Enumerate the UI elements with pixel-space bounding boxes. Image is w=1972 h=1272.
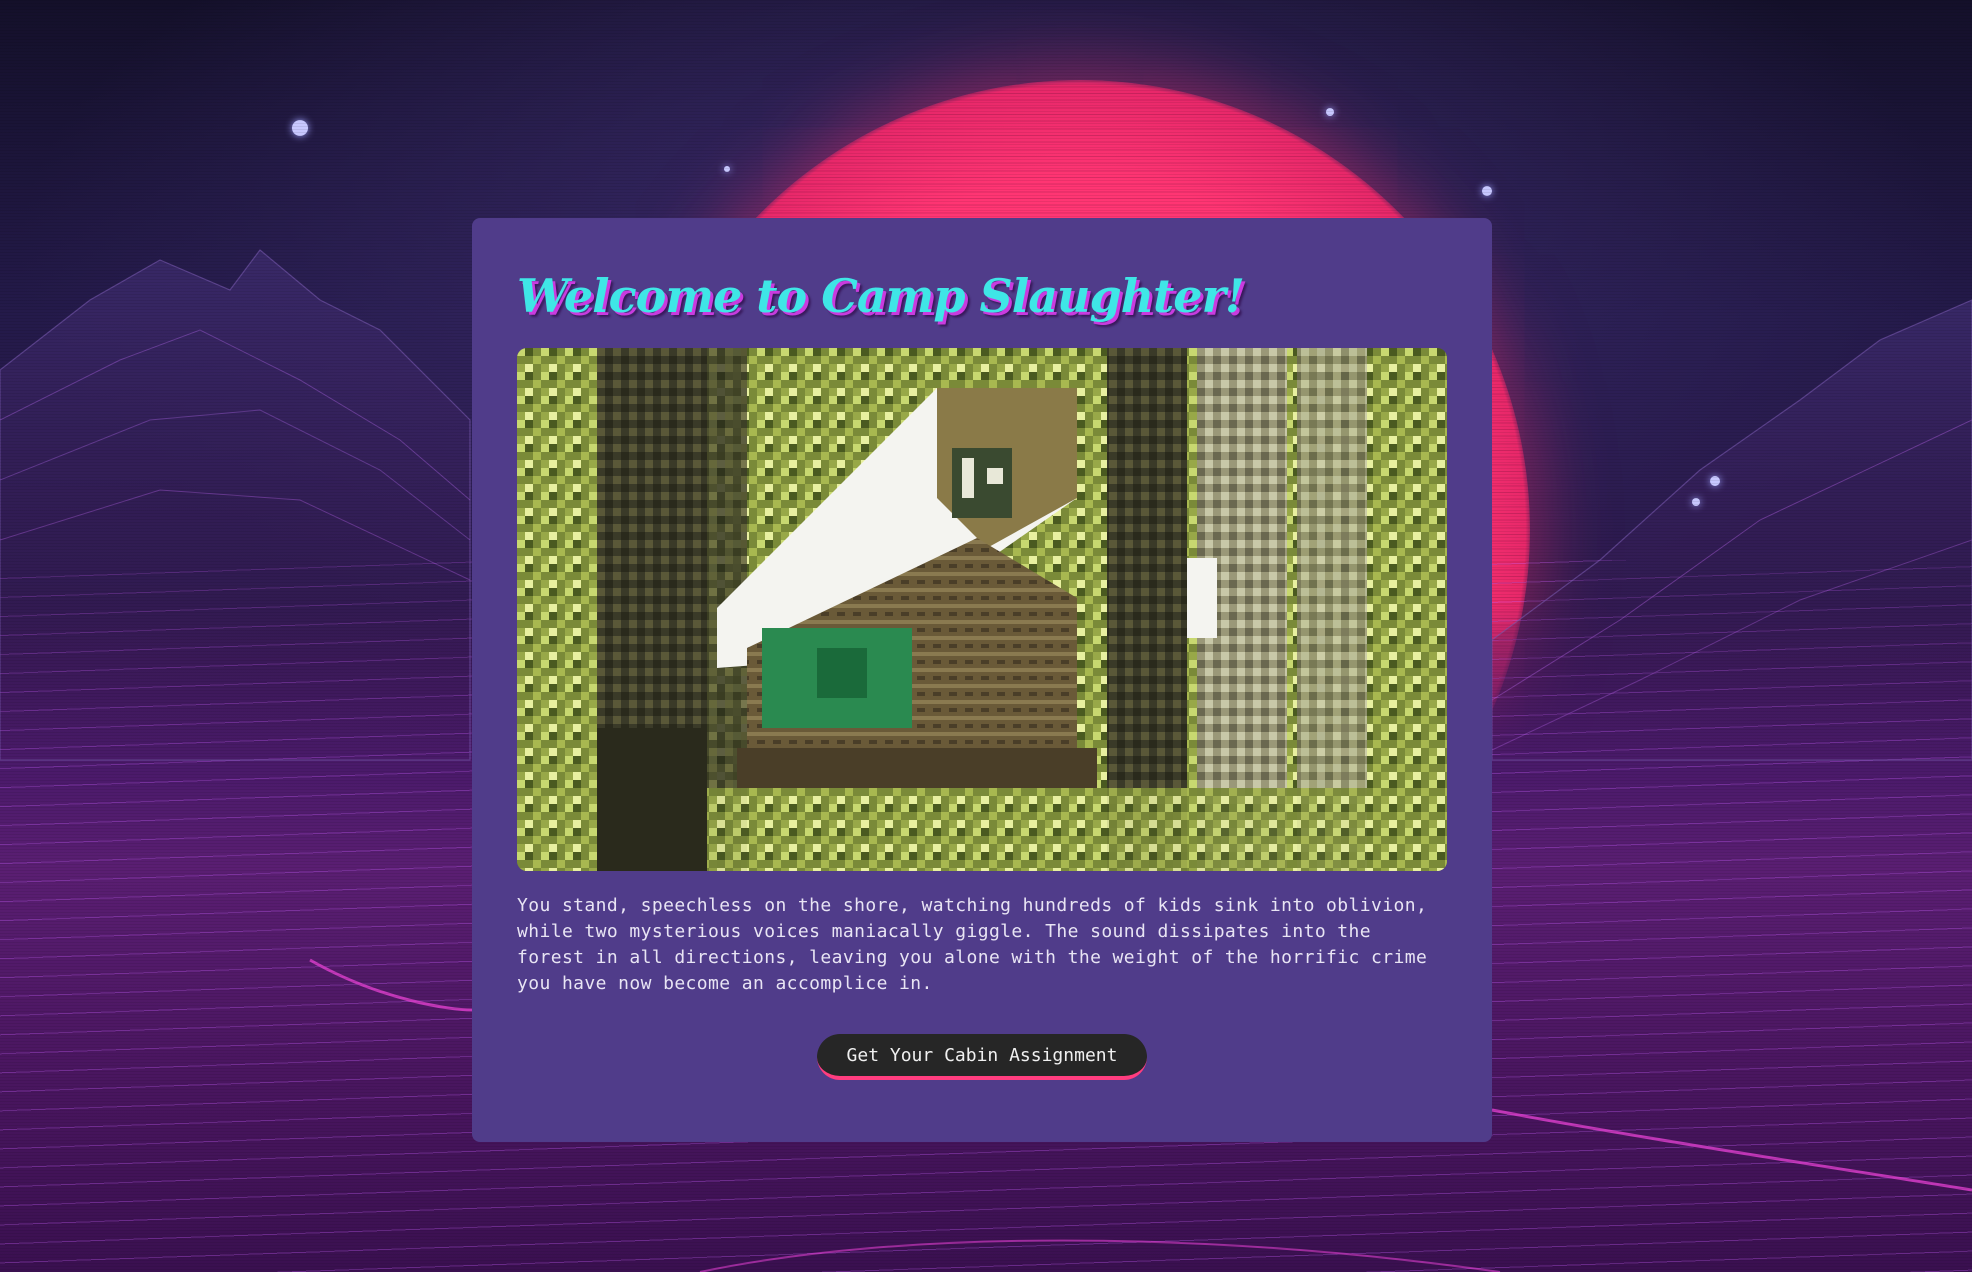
page-title: Welcome to Camp Slaughter! xyxy=(517,269,1245,323)
star xyxy=(1692,498,1700,506)
star xyxy=(1710,476,1720,486)
cabin-assignment-button[interactable]: Get Your Cabin Assignment xyxy=(816,1034,1148,1080)
cabin-image xyxy=(517,348,1447,871)
story-text: You stand, speechless on the shore, watc… xyxy=(517,895,1428,994)
star xyxy=(1326,108,1334,116)
welcome-card: Welcome to Camp Slaughter! You stand, sp… xyxy=(472,218,1492,1142)
star xyxy=(292,120,308,136)
star xyxy=(724,166,730,172)
star xyxy=(1482,186,1492,196)
